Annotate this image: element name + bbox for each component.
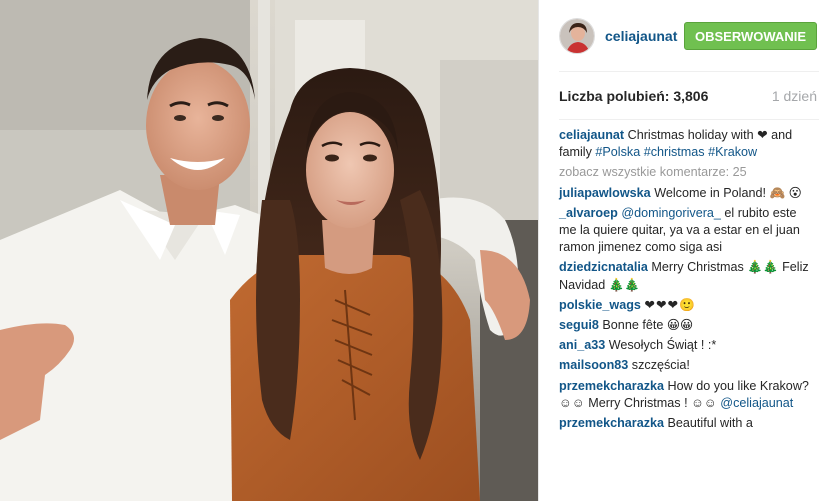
hashtag-polska[interactable]: #Polska: [595, 145, 640, 159]
comment-username[interactable]: ani_a33: [559, 338, 605, 352]
heart-icon: ❤: [757, 128, 768, 142]
comment-username[interactable]: mailsoon83: [559, 358, 628, 372]
comments-list: celiajaunat Christmas holiday with ❤ and…: [559, 120, 823, 432]
comment: przemekcharazka How do you like Krakow? …: [559, 378, 815, 412]
comment-username[interactable]: przemekcharazka: [559, 379, 664, 393]
view-all-comments-link[interactable]: zobacz wszystkie komentarze: 25: [559, 164, 815, 181]
hashtag-christmas[interactable]: #christmas: [644, 145, 705, 159]
comment: przemekcharazka Beautiful with a: [559, 415, 815, 432]
comment: ani_a33 Wesołych Świąt ! :*: [559, 337, 815, 354]
caption: celiajaunat Christmas holiday with ❤ and…: [559, 127, 815, 161]
comment-mention[interactable]: @domingorivera_: [621, 206, 721, 220]
follow-button[interactable]: OBSERWOWANIE: [684, 21, 817, 50]
post-photo-illustration: [0, 0, 538, 501]
comment-username[interactable]: dziedzicnatalia: [559, 260, 648, 274]
comment: _alvaroep @domingorivera_ el rubito este…: [559, 205, 815, 257]
post-sidebar: celiajaunat OBSERWOWANIE Liczba polubień…: [538, 0, 823, 501]
post-stats: Liczba polubień: 3,806 1 dzień: [559, 72, 819, 120]
comment-mention[interactable]: @celiajaunat: [720, 396, 793, 410]
comment-username[interactable]: polskie_wags: [559, 298, 641, 312]
comment-text: Wesołych Świąt ! :*: [608, 338, 717, 353]
post-time[interactable]: 1 dzień: [772, 88, 817, 104]
comment-username[interactable]: przemekcharazka: [559, 416, 664, 430]
post-header: celiajaunat OBSERWOWANIE: [559, 0, 819, 72]
comment-username[interactable]: segui8: [559, 318, 599, 332]
comment-text: szczęścia!: [631, 358, 690, 373]
comment-text: ❤❤❤🙂: [644, 297, 696, 312]
comments-fade: [539, 485, 823, 501]
caption-username[interactable]: celiajaunat: [559, 128, 624, 142]
comment: juliapawlowska Welcome in Poland! 🙈 😮: [559, 185, 815, 202]
comment-text: Beautiful with a: [667, 416, 753, 431]
post-photo[interactable]: [0, 0, 538, 501]
comment: mailsoon83 szczęścia!: [559, 357, 815, 374]
caption-text: Christmas holiday with: [627, 128, 758, 142]
hashtag-krakow[interactable]: #Krakow: [708, 145, 757, 159]
comment-text: Welcome in Poland! 🙈 😮: [654, 185, 802, 200]
comment-text: Bonne fête 😀😀: [602, 318, 694, 333]
comment: polskie_wags ❤❤❤🙂: [559, 297, 815, 314]
post-username[interactable]: celiajaunat: [605, 28, 684, 44]
avatar-image: [560, 18, 594, 53]
comment-username[interactable]: juliapawlowska: [559, 186, 651, 200]
instagram-post: celiajaunat OBSERWOWANIE Liczba polubień…: [0, 0, 823, 501]
profile-avatar[interactable]: [559, 17, 595, 54]
comment: dziedzicnatalia Merry Christmas 🎄🎄 Feliz…: [559, 259, 815, 293]
likes-count: Liczba polubień: 3,806: [559, 87, 709, 104]
comment: segui8 Bonne fête 😀😀: [559, 317, 815, 334]
comment-username[interactable]: _alvaroep: [559, 206, 618, 220]
